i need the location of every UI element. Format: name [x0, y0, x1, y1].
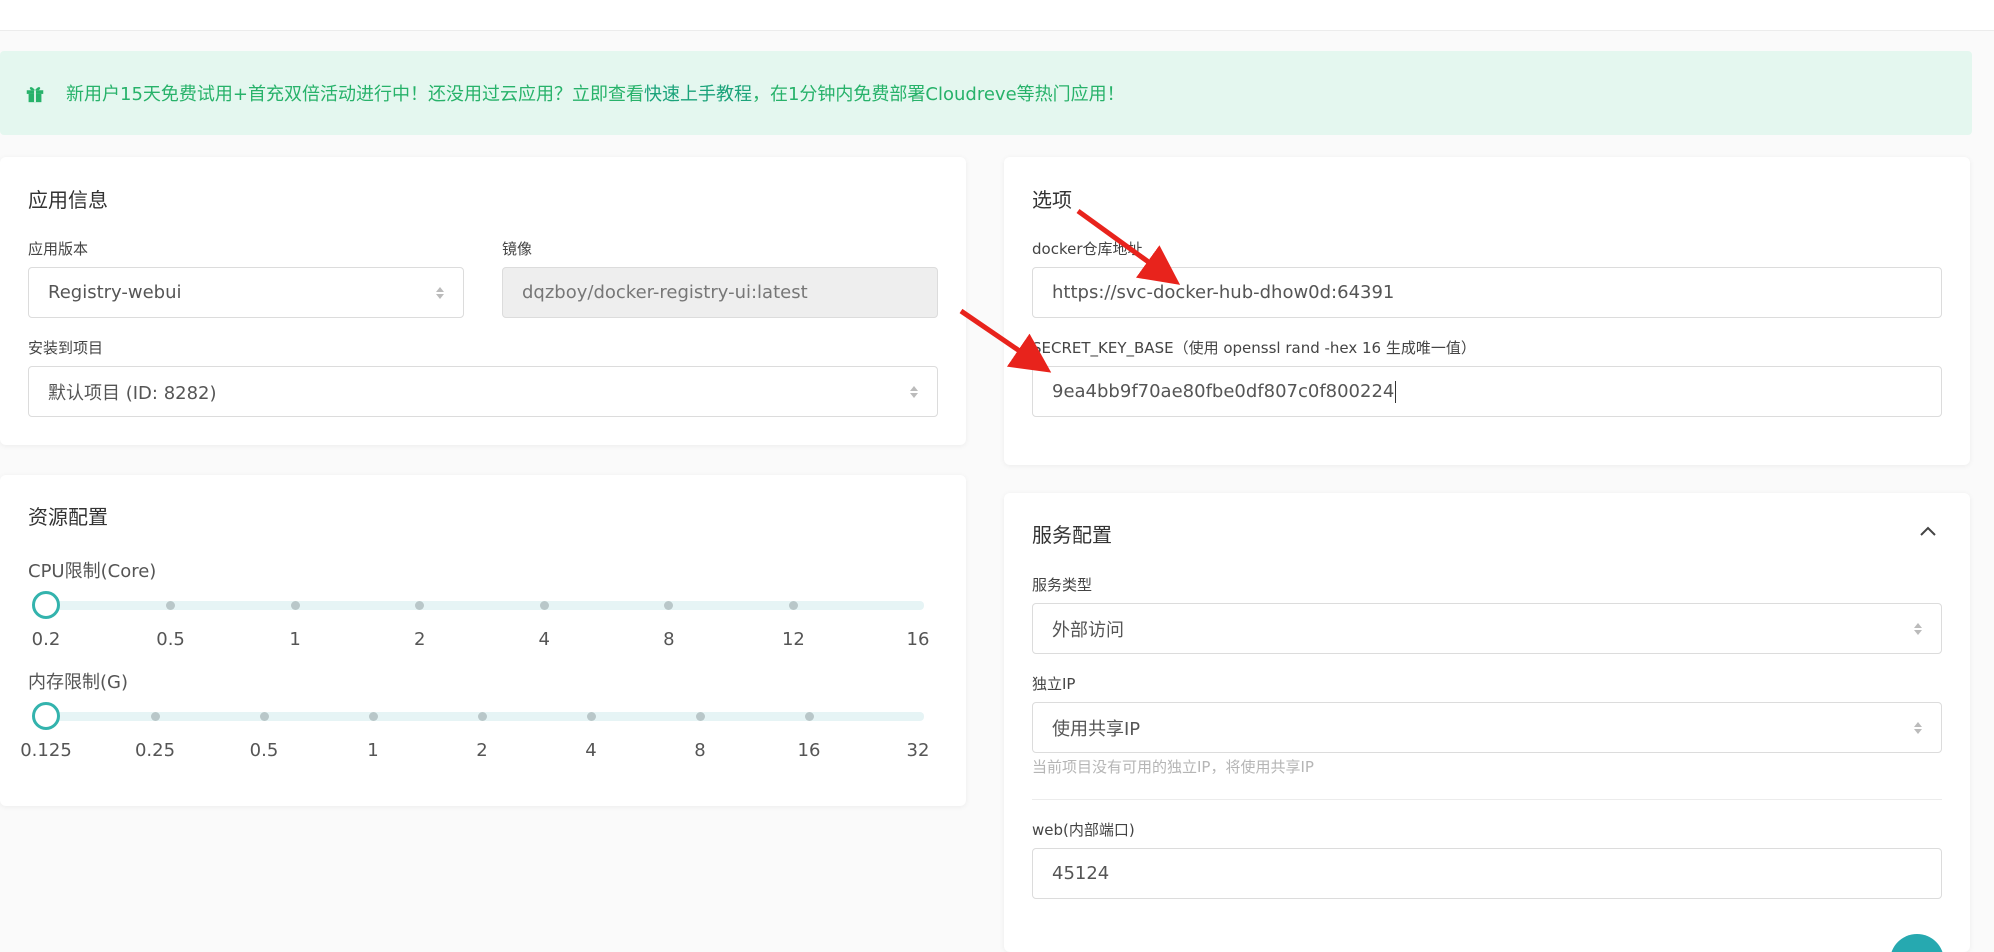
memory-slider-tick-label: 32	[906, 740, 930, 761]
resource-title: 资源配置	[28, 505, 108, 529]
memory-slider-step-dot	[586, 712, 596, 721]
gift-icon	[26, 87, 44, 103]
cpu-slider-tick-label: 12	[781, 629, 805, 650]
sort-icon	[1914, 722, 1922, 734]
notice-text-before: 新用户15天免费试用+首充双倍活动进行中！还没用过云应用？立即查看	[66, 84, 644, 105]
secret-key-value: 9ea4bb9f70ae80fbe0df807c0f800224	[1052, 381, 1395, 402]
dedicated-ip-select[interactable]: 使用共享IP	[1032, 702, 1942, 753]
image-label: 镜像	[502, 240, 533, 258]
memory-slider-tick-label: 1	[367, 740, 379, 761]
options-title: 选项	[1032, 188, 1072, 212]
memory-slider-tick-label: 2	[476, 740, 488, 761]
cpu-slider-tick-label: 0.5	[156, 629, 185, 650]
memory-slider-step-dot	[259, 712, 269, 721]
version-select-value: Registry-webui	[48, 282, 182, 303]
service-panel: 服务配置 服务类型 外部访问 独立IP 使用共享IP 当前项目没有可用的独立IP…	[1004, 493, 1970, 952]
port-value: 45124	[1052, 863, 1110, 884]
memory-slider-step-dot	[804, 712, 814, 721]
memory-slider-tick-label: 0.125	[20, 740, 72, 761]
cpu-slider-step-dot	[166, 601, 176, 610]
dedicated-ip-label: 独立IP	[1032, 675, 1076, 693]
service-type-label: 服务类型	[1032, 576, 1093, 594]
cpu-slider-tick-label: 16	[906, 629, 930, 650]
memory-slider-step-dot	[477, 712, 487, 721]
memory-slider-step-dot	[368, 712, 378, 721]
project-select-value: 默认项目 (ID: 8282)	[48, 382, 217, 404]
cpu-slider-tick-label: 4	[538, 629, 551, 650]
service-type-value: 外部访问	[1052, 619, 1124, 641]
memory-slider-tick-label: 8	[694, 740, 706, 761]
memory-slider-step-dot	[695, 712, 705, 721]
service-type-select[interactable]: 外部访问	[1032, 603, 1942, 654]
top-bar	[0, 0, 1994, 31]
docker-url-value: https://svc-docker-hub-dhow0d:64391	[1052, 282, 1395, 303]
section-divider	[1032, 799, 1942, 800]
cpu-slider-handle[interactable]	[32, 591, 60, 619]
sort-icon	[910, 386, 918, 398]
memory-slider-step-dot	[150, 712, 160, 721]
app-info-panel: 应用信息 应用版本 Registry-webui 镜像 dqzboy/docke…	[0, 157, 966, 445]
docker-url-input[interactable]: https://svc-docker-hub-dhow0d:64391	[1032, 267, 1942, 318]
dedicated-ip-value: 使用共享IP	[1052, 718, 1141, 740]
cpu-slider-step-dot	[788, 601, 798, 610]
cpu-slider-step-dot	[539, 601, 549, 610]
secret-key-input[interactable]: 9ea4bb9f70ae80fbe0df807c0f800224	[1032, 366, 1942, 417]
resource-panel: 资源配置 CPU限制(Core) 内存限制(G) 0.2 0.5 1 2 4 8 12 16 0…	[0, 475, 966, 806]
image-input-value: dqzboy/docker-registry-ui:latest	[522, 282, 808, 303]
image-input: dqzboy/docker-registry-ui:latest	[502, 267, 938, 318]
secret-key-label: SECRET_KEY_BASE（使用 openssl rand -hex 16 …	[1032, 339, 1476, 357]
sort-icon	[436, 287, 444, 299]
chevron-up-icon[interactable]	[1919, 525, 1937, 537]
options-panel: 选项 docker仓库地址 https://svc-docker-hub-dho…	[1004, 157, 1970, 465]
port-label: web(内部端口)	[1032, 821, 1135, 839]
quickstart-link[interactable]: 快速上手教程	[644, 80, 752, 106]
project-label: 安装到项目	[28, 339, 104, 357]
notice-text-after: ，在1分钟内免费部署Cloudreve等热门应用！	[751, 84, 1125, 105]
memory-slider-tick-label: 16	[797, 740, 821, 761]
project-select[interactable]: 默认项目 (ID: 8282)	[28, 366, 938, 417]
port-input[interactable]: 45124	[1032, 848, 1942, 899]
text-cursor	[1395, 380, 1397, 403]
version-select[interactable]: Registry-webui	[28, 267, 464, 318]
cpu-slider-tick-label: 1	[289, 629, 301, 650]
memory-slider-tick-label: 4	[585, 740, 597, 761]
sort-icon	[1914, 623, 1922, 635]
cpu-slider-tick-label: 0.2	[31, 629, 61, 650]
service-title: 服务配置	[1032, 523, 1112, 547]
memory-slider-handle[interactable]	[32, 702, 60, 730]
mem-label: 内存限制(G)	[28, 672, 128, 693]
cpu-slider-step-dot	[290, 601, 300, 610]
docker-url-label: docker仓库地址	[1032, 240, 1143, 258]
app-info-title: 应用信息	[28, 188, 108, 212]
dedicated-ip-hint: 当前项目没有可用的独立IP，将使用共享IP	[1032, 758, 1314, 776]
cpu-slider-tick-label: 2	[413, 629, 426, 650]
version-label: 应用版本	[28, 240, 89, 258]
memory-slider-tick-label: 0.5	[249, 740, 279, 761]
memory-slider-tick-label: 0.25	[134, 740, 176, 761]
promo-notice: 新用户15天免费试用+首充双倍活动进行中！还没用过云应用？立即查看 快速上手教程，…	[0, 51, 1972, 135]
cpu-slider-tick-label: 8	[663, 629, 675, 650]
cpu-label: CPU限制(Core)	[28, 561, 157, 582]
